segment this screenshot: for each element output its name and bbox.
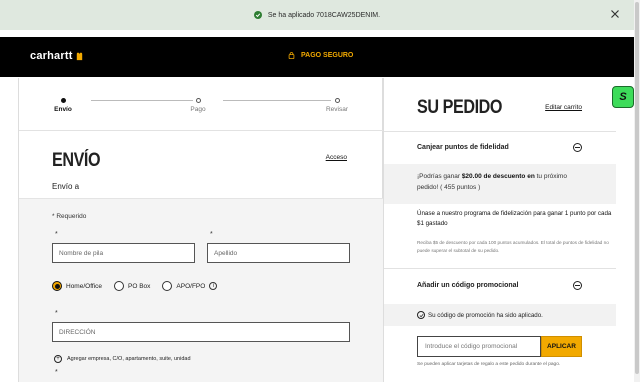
step-pago[interactable]: Pago xyxy=(178,98,218,113)
site-header: carhartt PAGO SEGURO xyxy=(0,37,634,77)
promo-code-input[interactable]: Introduce el código promocional xyxy=(417,336,541,357)
radio-selected-icon xyxy=(52,281,62,291)
floating-s-badge[interactable]: S xyxy=(612,86,634,108)
step-label: Envío xyxy=(54,106,72,113)
required-marker: * xyxy=(55,231,58,238)
loyalty-amount: $20.00 de descuento en xyxy=(461,173,535,180)
notification-message: Se ha aplicado 7018CAW25DENIM. xyxy=(267,11,381,19)
info-icon[interactable]: i xyxy=(209,282,218,290)
shipping-form: * Requerido * Nombre de pila * Apellido … xyxy=(19,198,383,382)
notification-banner: Se ha aplicado 7018CAW25DENIM. xyxy=(0,0,634,30)
radio-icon xyxy=(162,281,173,291)
order-summary: SU PEDIDO Editar carrito Canjear puntos … xyxy=(384,78,616,382)
add-address-line[interactable]: + Agregar empresa, C/O, apartamento, sui… xyxy=(54,355,191,363)
divider xyxy=(384,131,616,132)
checkout-column: Envío Pago Revisar ENVÍO Acceso Envío a … xyxy=(18,78,383,382)
required-marker: * xyxy=(55,369,58,376)
edit-cart-link[interactable]: Editar carrito xyxy=(545,104,582,111)
loyalty-title[interactable]: Canjear puntos de fidelidad xyxy=(417,144,509,151)
collapse-icon[interactable] xyxy=(573,143,582,152)
gift-card-note: Se pueden aplicar tarjetas de regalo a e… xyxy=(417,362,561,367)
collapse-icon[interactable] xyxy=(573,281,582,290)
logo-text: carhartt xyxy=(30,50,73,62)
carhartt-logo[interactable]: carhartt xyxy=(30,50,84,62)
step-dot xyxy=(60,98,66,103)
scrollbar-thumb[interactable] xyxy=(635,2,639,374)
promo-title[interactable]: Añadir un código promocional xyxy=(417,282,519,289)
add-line-label: Agregar empresa, C/O, apartamento, suite… xyxy=(67,356,191,362)
last-name-field[interactable]: Apellido xyxy=(207,243,350,263)
secure-label: PAGO SEGURO xyxy=(301,51,354,59)
step-label: Pago xyxy=(190,106,206,113)
loyalty-join-text: Únase a nuestro programa de fidelización… xyxy=(417,210,612,227)
step-dot xyxy=(195,98,201,103)
loyalty-offer: ¡Podrías ganar $20.00 de descuento en tu… xyxy=(417,171,587,193)
access-link[interactable]: Acceso xyxy=(326,154,347,161)
column-divider xyxy=(383,78,384,382)
divider xyxy=(384,268,616,269)
secure-checkout: PAGO SEGURO xyxy=(288,51,353,59)
required-note: * Requerido xyxy=(52,213,87,220)
close-icon[interactable] xyxy=(610,9,620,19)
check-circle-icon xyxy=(417,311,425,319)
loyalty-small-print: Reciba $5 de descuento por cada 100 punt… xyxy=(417,240,609,253)
summary-title: SU PEDIDO xyxy=(417,97,503,118)
radio-home-office[interactable]: Home/Office xyxy=(52,281,102,291)
lock-icon xyxy=(288,52,295,59)
required-marker: * xyxy=(55,310,58,317)
success-check-icon xyxy=(253,11,262,19)
page-scrollbar[interactable] xyxy=(634,0,640,382)
apply-button[interactable]: APLICAR xyxy=(541,336,582,357)
radio-label: PO Box xyxy=(128,282,151,290)
radio-icon xyxy=(114,281,125,291)
loyalty-prefix: ¡Podrías ganar xyxy=(417,173,462,180)
address-type-group: Home/Office PO Box APO/FPO i xyxy=(52,281,218,291)
required-marker: * xyxy=(210,231,213,238)
step-dot xyxy=(334,98,340,103)
step-envio[interactable]: Envío xyxy=(43,98,83,113)
first-name-field[interactable]: Nombre de pila xyxy=(52,243,195,263)
carhartt-c-icon xyxy=(76,52,82,60)
promo-applied: Su código de promoción ha sido aplicado. xyxy=(417,311,543,319)
shipping-title: ENVÍO xyxy=(52,150,101,171)
radio-label: APO/FPO xyxy=(176,282,206,290)
progress-steps: Envío Pago Revisar xyxy=(19,78,383,131)
plus-icon: + xyxy=(54,355,62,363)
step-label: Revisar xyxy=(325,106,349,113)
promo-applied-text: Su código de promoción ha sido aplicado. xyxy=(428,311,543,319)
step-revisar[interactable]: Revisar xyxy=(317,98,357,113)
step-connector xyxy=(223,100,331,101)
ship-to-label: Envío a xyxy=(52,182,80,191)
radio-po-box[interactable]: PO Box xyxy=(114,281,150,291)
radio-apo-fpo[interactable]: APO/FPO xyxy=(162,281,205,291)
address-field[interactable]: DIRECCIÓN xyxy=(52,322,350,342)
radio-label: Home/Office xyxy=(66,282,103,290)
